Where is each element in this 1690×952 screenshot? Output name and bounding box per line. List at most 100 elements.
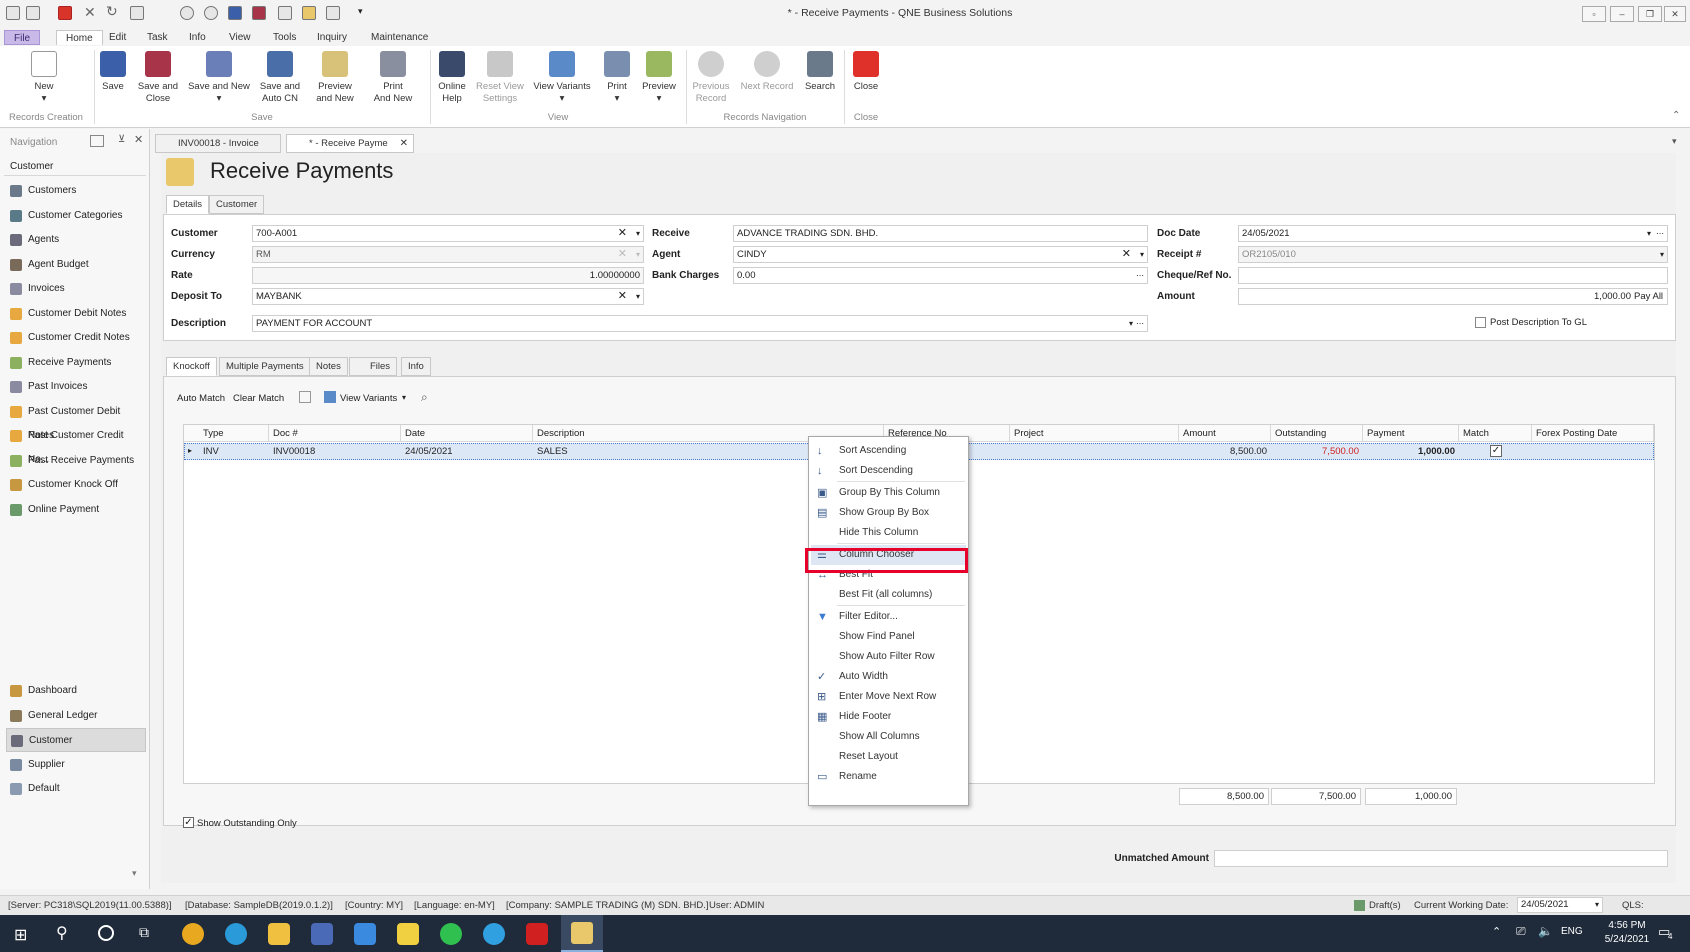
- save-button[interactable]: Save: [98, 46, 128, 93]
- anydesk-icon[interactable]: [526, 923, 548, 945]
- cell-date[interactable]: 24/05/2021: [401, 443, 533, 460]
- customize-qat-icon[interactable]: ▾: [358, 6, 363, 17]
- forward-icon[interactable]: [204, 6, 218, 20]
- sidebar-item-past-customer-debit-notes[interactable]: Past Customer Debit Notes: [6, 400, 146, 441]
- menu-file[interactable]: File: [4, 30, 41, 45]
- sidebar-item-past-customer-credit-no[interactable]: Past Customer Credit No...: [6, 424, 146, 465]
- copy-icon[interactable]: [130, 6, 144, 20]
- cortana-icon[interactable]: [98, 925, 114, 941]
- chrome-icon[interactable]: [182, 923, 204, 945]
- amount-field[interactable]: 1,000.00: [1238, 288, 1668, 305]
- menu-item-auto-width[interactable]: ✓ Auto Width: [811, 667, 966, 687]
- export-icon[interactable]: [299, 391, 311, 403]
- sidebar-item-past-receive-payments[interactable]: Past Receive Payments: [6, 449, 146, 473]
- task-view-icon[interactable]: ⧉: [139, 924, 149, 941]
- clock[interactable]: 4:56 PM 5/24/2021: [1600, 919, 1654, 947]
- sidebar-item-receive-payments[interactable]: Receive Payments: [6, 351, 146, 375]
- module-dashboard[interactable]: Dashboard: [6, 679, 146, 703]
- menu-item-sort-descending[interactable]: ↓ Sort Descending: [811, 461, 966, 481]
- qne-taskbar-button[interactable]: [561, 915, 603, 952]
- telegram-icon[interactable]: [483, 923, 505, 945]
- sidebar-item-customer-credit-notes[interactable]: Customer Credit Notes: [6, 326, 146, 350]
- receipt-field[interactable]: OR2105/010 ▾: [1238, 246, 1668, 263]
- menu-home[interactable]: Home: [56, 30, 103, 45]
- cell-doc[interactable]: INV00018: [269, 443, 401, 460]
- rate-field[interactable]: 1.00000000: [252, 267, 644, 284]
- save-icon[interactable]: [228, 6, 242, 20]
- clear-icon[interactable]: ✕: [618, 289, 627, 304]
- column-header-match[interactable]: Match: [1459, 425, 1532, 442]
- sidebar-item-invoices[interactable]: Invoices: [6, 277, 146, 301]
- back-icon[interactable]: [180, 6, 194, 20]
- new-doc-icon[interactable]: [26, 6, 40, 20]
- menu-info[interactable]: Info: [180, 30, 215, 45]
- dropdown-icon[interactable]: ▾: [1647, 226, 1651, 241]
- menu-item-hide-this-column[interactable]: Hide This Column: [811, 523, 966, 543]
- menu-inquiry[interactable]: Inquiry: [308, 30, 356, 45]
- chevron-down-icon[interactable]: ▾: [402, 393, 406, 402]
- dropdown-icon[interactable]: ▾: [636, 289, 640, 304]
- clear-match-button[interactable]: Clear Match: [233, 393, 284, 404]
- search-button[interactable]: Search: [802, 46, 838, 93]
- tab-multiple-payments[interactable]: Multiple Payments: [219, 357, 311, 376]
- status-drafts[interactable]: Draft(s): [1369, 896, 1401, 915]
- edge-icon[interactable]: [225, 923, 247, 945]
- column-header-payment[interactable]: Payment: [1363, 425, 1459, 442]
- menu-view[interactable]: View: [220, 30, 260, 45]
- save-auto-cn-button[interactable]: Save and Auto CN: [256, 46, 304, 105]
- report-icon[interactable]: [326, 6, 340, 20]
- module-default[interactable]: Default: [6, 777, 146, 801]
- tab-notes[interactable]: Notes: [309, 357, 348, 376]
- clear-icon[interactable]: ✕: [618, 226, 627, 241]
- close-x-icon[interactable]: ✕: [84, 4, 96, 21]
- network-icon[interactable]: ⎚: [1516, 924, 1526, 939]
- description-field[interactable]: PAYMENT FOR ACCOUNT ▾ ⋯: [252, 315, 1148, 332]
- float-icon[interactable]: ⊻: [118, 134, 125, 145]
- customer-field[interactable]: 700-A001 ✕ ▾: [252, 225, 644, 242]
- tab-info[interactable]: Info: [401, 357, 431, 376]
- undo-icon[interactable]: [278, 6, 292, 20]
- sidebar-item-online-payment[interactable]: Online Payment: [6, 498, 146, 522]
- menu-tools[interactable]: Tools: [264, 30, 305, 45]
- collapse-ribbon-icon[interactable]: ⌃: [1672, 110, 1680, 121]
- module-general-ledger[interactable]: General Ledger: [6, 704, 146, 728]
- clear-icon[interactable]: ✕: [1122, 247, 1131, 262]
- cell-outstanding[interactable]: 7,500.00: [1271, 443, 1363, 460]
- cell-payment[interactable]: 1,000.00: [1363, 443, 1459, 460]
- auto-match-button[interactable]: Auto Match: [177, 393, 225, 404]
- menu-item-show-find-panel[interactable]: Show Find Panel: [811, 627, 966, 647]
- doc-tab-invoice[interactable]: INV00018 - Invoice: [155, 134, 281, 153]
- tab-customer[interactable]: Customer: [209, 195, 265, 214]
- volume-icon[interactable]: 🔈: [1538, 924, 1553, 938]
- maximize-button[interactable]: ❐: [1638, 6, 1662, 22]
- close-button[interactable]: Close: [848, 46, 884, 93]
- online-help-button[interactable]: Online Help: [434, 46, 470, 105]
- print-new-button[interactable]: Print And New: [366, 46, 420, 105]
- column-header-outstanding[interactable]: Outstanding: [1271, 425, 1363, 442]
- menu-item-show-auto-filter-row[interactable]: Show Auto Filter Row: [811, 647, 966, 667]
- more-icon[interactable]: ⋯: [1136, 268, 1144, 283]
- menu-item-filter-editor[interactable]: ▼ Filter Editor...: [811, 607, 966, 627]
- cell-amount[interactable]: 8,500.00: [1179, 443, 1271, 460]
- deposit-field[interactable]: MAYBANK ✕ ▾: [252, 288, 644, 305]
- sidebar-item-agent-budget[interactable]: Agent Budget: [6, 253, 146, 277]
- view-variants-button[interactable]: View Variants ▾: [532, 46, 592, 105]
- new-button[interactable]: New ▾: [22, 46, 66, 105]
- menu-item-show-group-by-box[interactable]: ▤ Show Group By Box: [811, 503, 966, 523]
- agent-field[interactable]: CINDY ✕ ▾: [733, 246, 1148, 263]
- module-customer[interactable]: Customer: [6, 728, 146, 752]
- search-icon[interactable]: ⚲: [56, 923, 68, 943]
- sidebar-item-customer-debit-notes[interactable]: Customer Debit Notes: [6, 302, 146, 326]
- preview-button[interactable]: Preview ▾: [638, 46, 680, 105]
- menu-maintenance[interactable]: Maintenance: [362, 30, 437, 45]
- tab-knockoff[interactable]: Knockoff: [166, 357, 217, 376]
- print-button[interactable]: Print ▾: [600, 46, 634, 105]
- column-header-amount[interactable]: Amount: [1179, 425, 1271, 442]
- find-icon[interactable]: ⌕: [421, 390, 428, 405]
- sidebar-item-agents[interactable]: Agents: [6, 228, 146, 252]
- file-explorer-icon[interactable]: [268, 923, 290, 945]
- view-variants-menu[interactable]: View Variants: [340, 393, 397, 404]
- more-icon[interactable]: ⋯: [1656, 226, 1664, 241]
- bank-charges-field[interactable]: 0.00 ⋯: [733, 267, 1148, 284]
- menu-item-group-by-this-column[interactable]: ▣ Group By This Column: [811, 483, 966, 503]
